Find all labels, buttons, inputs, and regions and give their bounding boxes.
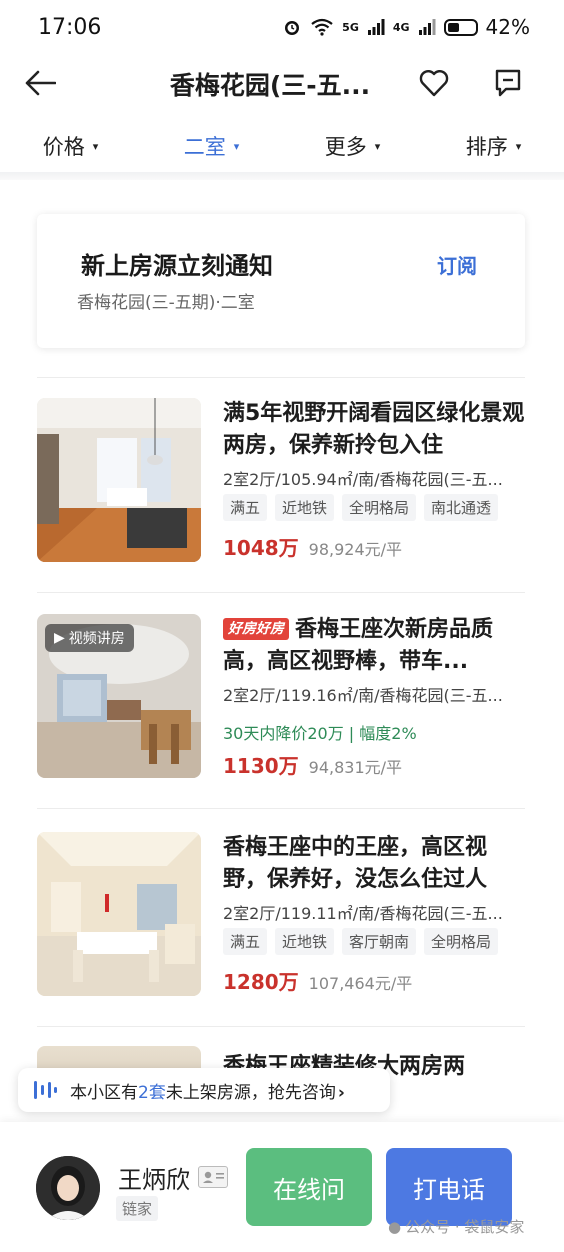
listing-tag: 全明格局 (424, 928, 499, 955)
listing-unit-price: 107,464元/平 (308, 974, 413, 993)
listing-meta: 2室2厅/119.11㎡/南/香梅花园(三-五... (223, 904, 503, 923)
filter-label: 二室 (183, 135, 226, 159)
watermark: ● 公众号 · 袋鼠安家 (388, 1216, 524, 1237)
listing-tags: 满五 近地铁 客厅朝南 全明格局 (223, 928, 499, 955)
listing-tag: 客厅朝南 (342, 928, 417, 955)
filter-rooms[interactable]: 二室 ▾ (141, 120, 282, 172)
call-button[interactable]: 打电话 (386, 1148, 512, 1226)
wechat-icon: ● (388, 1217, 402, 1236)
status-icons: 5G 4G 42% (282, 15, 530, 39)
listing-title: 好房好房 香梅王座次新房品质高，高区视野棒，带车... (223, 614, 525, 678)
divider (37, 592, 525, 593)
listing-title: 香梅王座中的王座，高区视野，保养好，没怎么住过人 (223, 835, 488, 892)
status-time: 17:06 (38, 14, 102, 40)
price-drop-info: 30天内降价20万 | 幅度2% (223, 724, 417, 743)
battery-percent: 42% (485, 15, 530, 39)
status-bar: 17:06 5G 4G 42% (0, 0, 564, 54)
subscribe-desc: 香梅花园(三-五期)·二室 (77, 293, 255, 313)
video-badge-label: 视频讲房 (68, 631, 125, 647)
signal-icon (367, 19, 385, 35)
listing-price: 1048万 (223, 536, 299, 560)
listing-tags: 满五 近地铁 全明格局 南北通透 (223, 494, 499, 521)
filter-price[interactable]: 价格 ▾ (0, 120, 141, 172)
wifi-icon (311, 18, 333, 36)
divider (0, 172, 564, 180)
good-house-badge: 好房好房 (223, 618, 289, 640)
agent-company: 链家 (116, 1196, 159, 1221)
listing-price-row: 1280万 107,464元/平 (223, 966, 412, 995)
notice-suffix: 未上架房源，抢先咨询 (165, 1082, 336, 1103)
listing-meta: 2室2厅/119.16㎡/南/香梅花园(三-五... (223, 686, 503, 705)
listing-tag: 近地铁 (275, 928, 335, 955)
filter-label: 价格 (42, 135, 85, 159)
sound-wave-icon (34, 1081, 57, 1099)
filter-more[interactable]: 更多 ▾ (282, 120, 423, 172)
listing-price: 1130万 (223, 754, 299, 778)
back-button[interactable] (22, 66, 58, 100)
back-arrow-icon (25, 70, 56, 96)
listing-tag: 满五 (223, 928, 268, 955)
listing-item[interactable]: ▶ 视频讲房 好房好房 香梅王座次新房品质高，高区视野棒，带车... 2室2厅/1… (37, 614, 525, 784)
chat-icon (495, 69, 521, 97)
filter-sort[interactable]: 排序 ▾ (423, 120, 564, 172)
listing-item[interactable]: 满5年视野开阔看园区绿化景观两房，保养新拎包入住 2室2厅/105.94㎡/南/… (37, 398, 525, 568)
notice-count: 2套 (138, 1082, 166, 1103)
signal-5g-label: 5G (342, 20, 359, 34)
favorite-button[interactable] (416, 66, 452, 100)
divider (37, 377, 525, 378)
header: 香梅花园(三-五... (0, 54, 564, 112)
chevron-down-icon: ▾ (515, 139, 522, 153)
signal-icon (418, 19, 436, 35)
listing-title: 满5年视野开阔看园区绿化景观两房，保养新拎包入住 (223, 401, 525, 458)
watermark-text: 公众号 · 袋鼠安家 (405, 1218, 525, 1236)
unlisted-notice[interactable]: 本小区有2套未上架房源，抢先咨询 › (18, 1068, 390, 1112)
page-title: 香梅花园(三-五... (169, 71, 371, 100)
divider (37, 1026, 525, 1027)
subscribe-card: 新上房源立刻通知 香梅花园(三-五期)·二室 订阅 (37, 214, 525, 348)
chevron-down-icon: ▾ (233, 139, 240, 153)
filter-label: 排序 (465, 135, 508, 159)
play-icon: ▶ (54, 630, 65, 646)
listing-price-row: 1130万 94,831元/平 (223, 750, 402, 779)
video-badge: ▶ 视频讲房 (45, 624, 134, 652)
message-button[interactable] (490, 66, 526, 100)
notice-prefix: 本小区有 (70, 1082, 138, 1103)
listing-meta: 2室2厅/105.94㎡/南/香梅花园(三-五... (223, 470, 503, 489)
alarm-icon (285, 21, 300, 35)
notice-text: 本小区有2套未上架房源，抢先咨询 › (70, 1078, 345, 1103)
agent-name: 王炳欣 (118, 1166, 190, 1194)
listing-tag: 近地铁 (275, 494, 335, 521)
filter-bar: 价格 ▾ 二室 ▾ 更多 ▾ 排序 ▾ (0, 120, 564, 172)
heart-icon (419, 70, 449, 97)
listing-unit-price: 98,924元/平 (308, 540, 403, 559)
listing-tag: 满五 (223, 494, 268, 521)
chevron-right-icon: › (337, 1082, 345, 1103)
online-chat-button[interactable]: 在线问 (246, 1148, 372, 1226)
listing-tag: 南北通透 (424, 494, 499, 521)
subscribe-button[interactable]: 订阅 (437, 250, 477, 279)
chevron-down-icon: ▾ (92, 139, 99, 153)
id-card-icon[interactable] (198, 1166, 228, 1188)
signal-4g-label: 4G (392, 20, 410, 34)
listing-photo (37, 398, 201, 562)
listing-price: 1280万 (223, 970, 299, 994)
listing-price-row: 1048万 98,924元/平 (223, 532, 402, 561)
chevron-down-icon: ▾ (374, 139, 381, 153)
subscribe-title: 新上房源立刻通知 (81, 252, 273, 280)
listing-tag: 全明格局 (342, 494, 417, 521)
battery-icon (443, 18, 478, 36)
listing-unit-price: 94,831元/平 (308, 758, 403, 777)
listing-photo: ▶ 视频讲房 (37, 614, 201, 778)
avatar[interactable] (36, 1156, 100, 1220)
filter-label: 更多 (324, 135, 367, 159)
listing-item[interactable]: 香梅王座中的王座，高区视野，保养好，没怎么住过人 2室2厅/119.11㎡/南/… (37, 832, 525, 1002)
divider (37, 808, 525, 809)
listing-photo (37, 832, 201, 996)
